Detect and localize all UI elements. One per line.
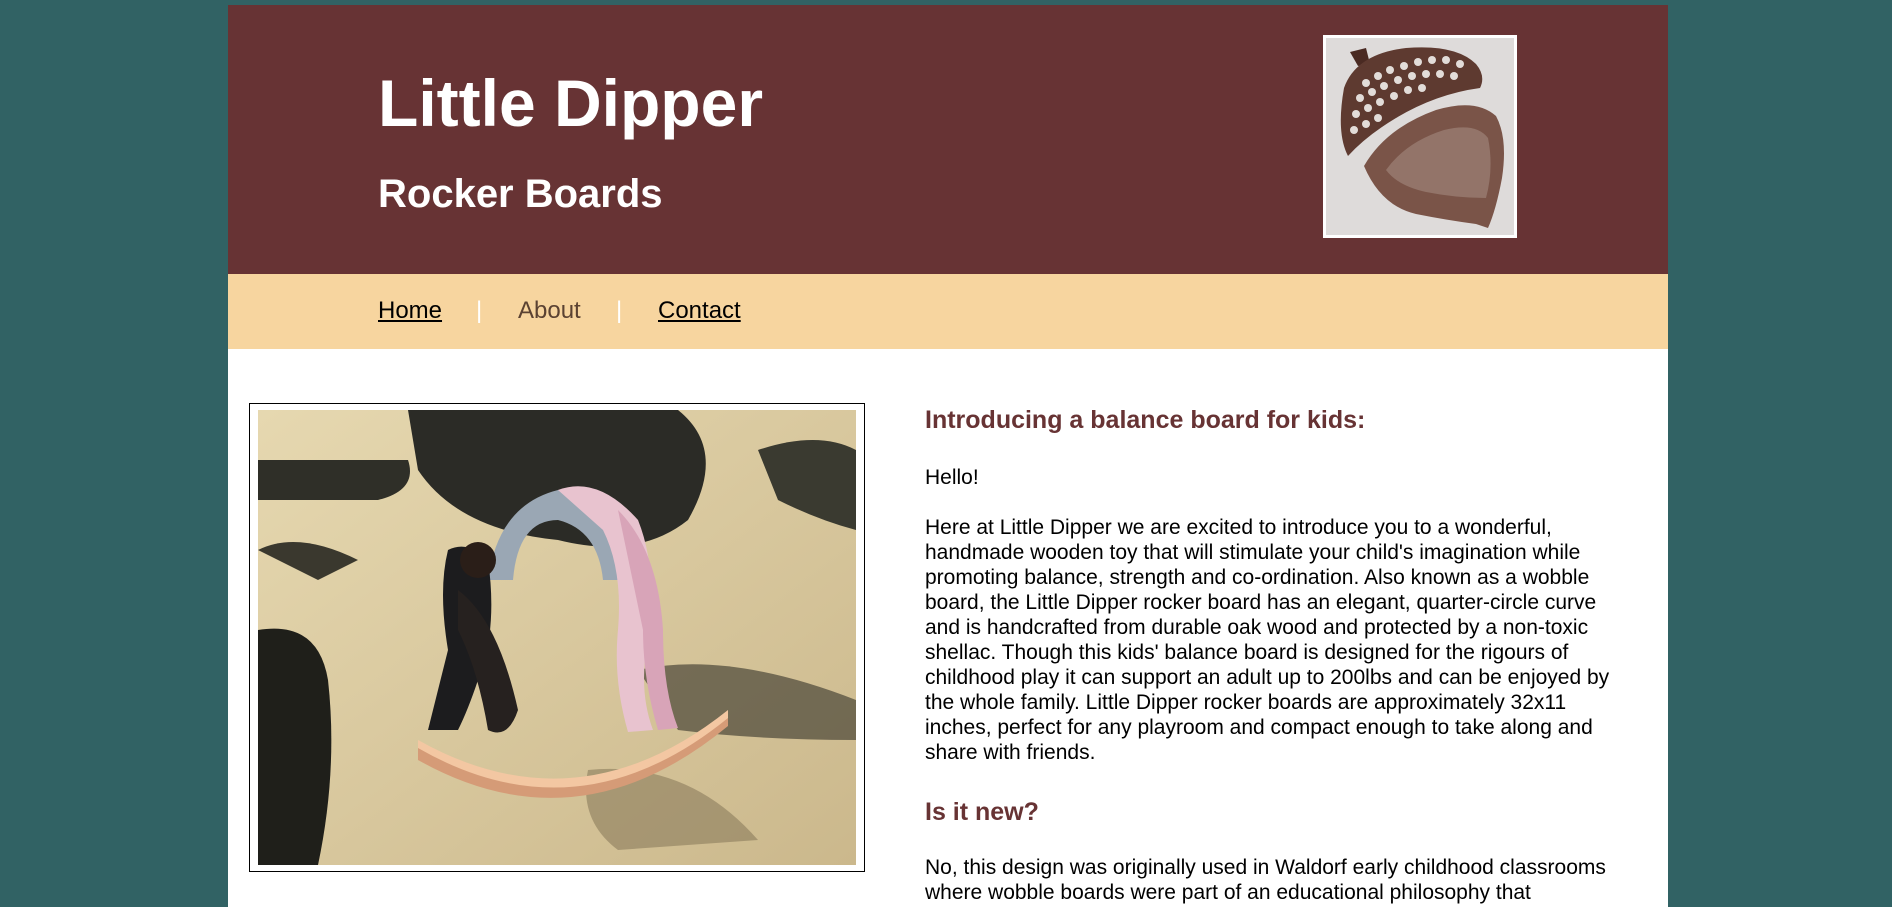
acorn-logo-graphic <box>1326 38 1514 235</box>
nav-contact-link[interactable]: Contact <box>658 296 741 326</box>
intro-paragraph: Here at Little Dipper we are excited to … <box>925 516 1610 764</box>
nav-home-link[interactable]: Home <box>378 296 442 326</box>
product-photo <box>258 410 856 865</box>
main-nav: Home | About | Contact <box>228 274 1668 349</box>
site-header: Little Dipper Rocker Boards <box>228 5 1668 274</box>
section-heading-intro: Introducing a balance board for kids: <box>925 406 1366 434</box>
nav-separator: | <box>476 297 483 324</box>
greeting-text: Hello! <box>925 466 979 489</box>
site-title: Little Dipper <box>378 66 764 140</box>
site-subtitle: Rocker Boards <box>378 172 663 216</box>
section-heading-new: Is it new? <box>925 798 1039 826</box>
page: Little Dipper Rocker Boards Home | About… <box>228 5 1668 907</box>
nav-about-link[interactable]: About <box>518 296 581 326</box>
girl-on-rocker-board-photo <box>258 410 856 865</box>
nav-separator: | <box>616 297 623 324</box>
product-photo-frame <box>249 403 865 872</box>
new-paragraph: No, this design was originally used in W… <box>925 856 1606 904</box>
acorn-logo-icon <box>1323 35 1517 238</box>
